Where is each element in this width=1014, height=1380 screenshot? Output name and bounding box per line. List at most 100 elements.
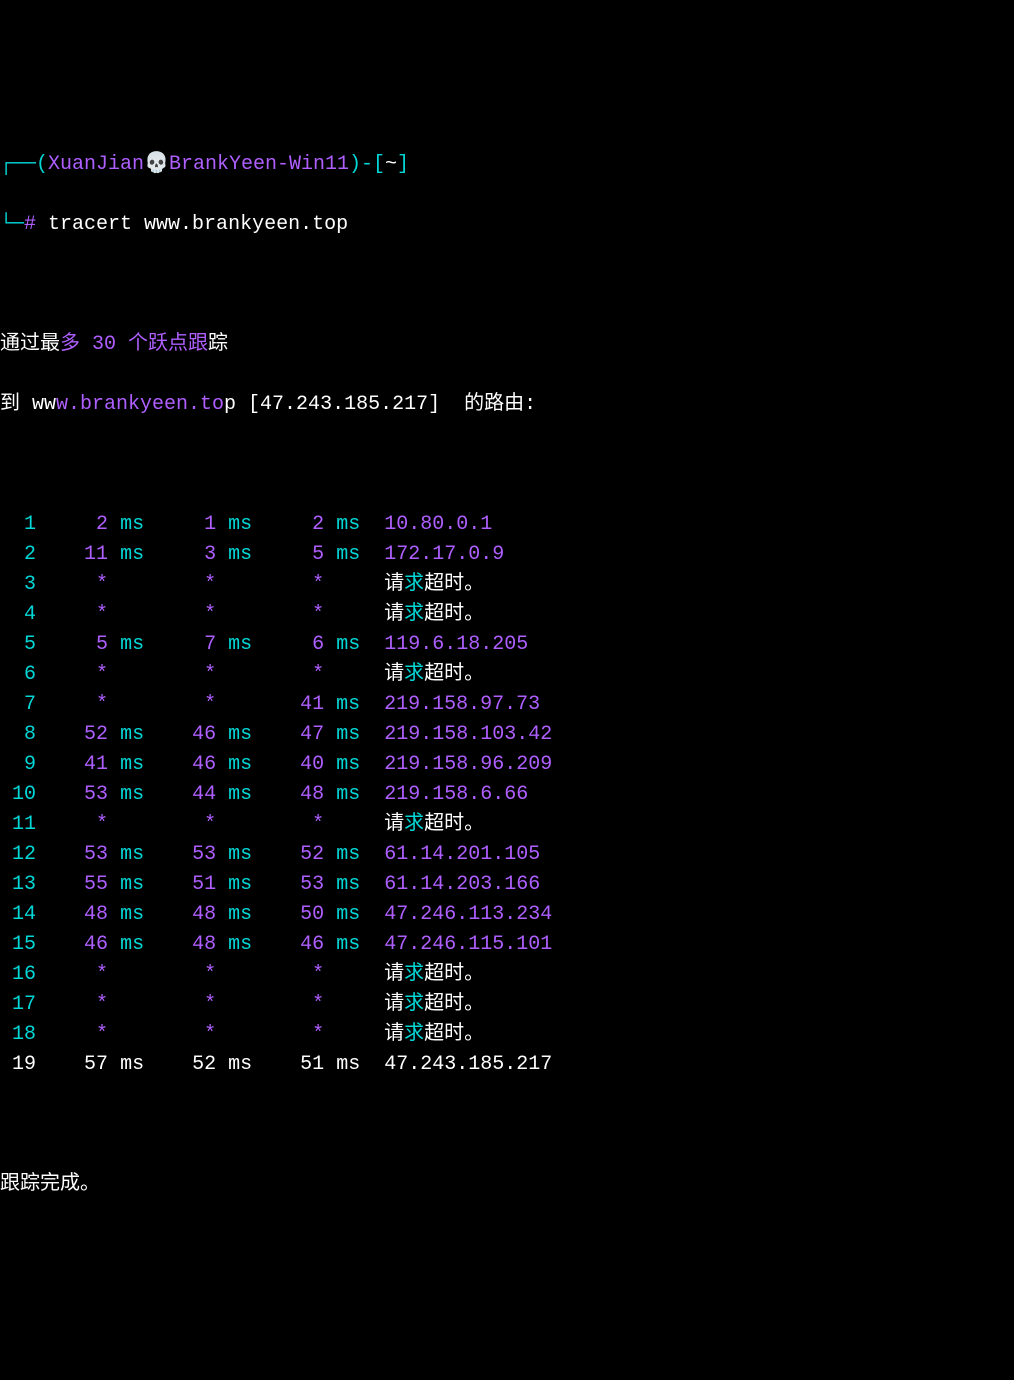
hop-row: 19 57 ms 52 ms 51 ms 47.243.185.217 <box>0 1050 1014 1080</box>
hop-time: 46 <box>48 933 108 956</box>
hop-time: 51 <box>156 873 216 896</box>
hop-star: * <box>264 813 324 836</box>
hop-row: 6 * * * 请求超时。 <box>0 660 1014 690</box>
hop-row: 2 11 ms 3 ms 5 ms 172.17.0.9 <box>0 540 1014 570</box>
hop-star: * <box>156 993 216 1016</box>
trace-h1a: 通过最 <box>0 333 60 356</box>
hop-ms: ms <box>228 903 252 926</box>
hop-star: * <box>156 573 216 596</box>
hop-number: 7 <box>0 693 36 716</box>
hop-star: * <box>48 573 108 596</box>
hop-row: 16 * * * 请求超时。 <box>0 960 1014 990</box>
hop-addr-end: 超时。 <box>424 993 484 1016</box>
prompt-dash: - <box>361 153 373 176</box>
hop-ms: ms <box>228 1053 252 1076</box>
blank-line <box>0 270 1014 300</box>
hop-star: * <box>156 663 216 686</box>
hop-row: 18 * * * 请求超时。 <box>0 1020 1014 1050</box>
hop-addr: 61.14.201.105 <box>384 843 540 866</box>
hop-time: 48 <box>48 903 108 926</box>
hop-ms: ms <box>228 513 252 536</box>
hop-number: 12 <box>0 843 36 866</box>
hop-addr: 10.80.0.1 <box>384 513 492 536</box>
hop-star: * <box>264 663 324 686</box>
hop-addr: 47.243.185.217 <box>384 1053 552 1076</box>
hop-star: * <box>156 963 216 986</box>
hop-addr: 请 <box>384 963 404 986</box>
skull-icon: 💀 <box>144 153 169 176</box>
hop-addr-end: 超时。 <box>424 603 484 626</box>
hop-time: 11 <box>48 543 108 566</box>
hop-time: 53 <box>48 843 108 866</box>
command-text: tracert www.brankyeen.top <box>36 213 348 236</box>
hop-row: 17 * * * 请求超时。 <box>0 990 1014 1020</box>
hop-addr: 219.158.6.66 <box>384 783 528 806</box>
hop-time: 40 <box>264 753 324 776</box>
hop-addr-end: 超时。 <box>424 963 484 986</box>
hop-addr: 219.158.97.73 <box>384 693 540 716</box>
trace-h2a: 到 ww <box>0 393 56 416</box>
hop-ms: ms <box>120 903 144 926</box>
hop-ms: ms <box>228 783 252 806</box>
hop-addr: 47.246.115.101 <box>384 933 552 956</box>
prompt-hash: # <box>24 213 36 236</box>
hop-addr: 请 <box>384 993 404 1016</box>
hop-ms: ms <box>336 513 360 536</box>
prompt-corner-bottom: └─ <box>0 213 24 236</box>
hop-ms: ms <box>120 723 144 746</box>
hop-ms: ms <box>120 783 144 806</box>
hop-time: 55 <box>48 873 108 896</box>
hop-ms: ms <box>120 873 144 896</box>
hop-ms: ms <box>336 783 360 806</box>
prompt-close-bracket: ] <box>397 153 409 176</box>
hop-time: 48 <box>156 933 216 956</box>
hop-row: 10 53 ms 44 ms 48 ms 219.158.6.66 <box>0 780 1014 810</box>
hop-ms: ms <box>228 723 252 746</box>
hop-addr-mid: 求 <box>404 813 424 836</box>
hop-time: 3 <box>156 543 216 566</box>
hop-addr: 119.6.18.205 <box>384 633 528 656</box>
prompt-open-paren: ( <box>36 153 48 176</box>
hop-star: * <box>48 663 108 686</box>
hop-number: 11 <box>0 813 36 836</box>
hop-star: * <box>264 603 324 626</box>
hop-row: 15 46 ms 48 ms 46 ms 47.246.115.101 <box>0 930 1014 960</box>
hop-number: 10 <box>0 783 36 806</box>
hop-ms: ms <box>120 753 144 776</box>
trace-header-1: 通过最多 30 个跃点跟踪 <box>0 330 1014 360</box>
hop-addr-mid: 求 <box>404 963 424 986</box>
hop-number: 13 <box>0 873 36 896</box>
hop-addr-end: 超时。 <box>424 663 484 686</box>
hop-number: 19 <box>0 1053 36 1076</box>
hop-star: * <box>48 1023 108 1046</box>
hop-time: 6 <box>264 633 324 656</box>
hop-ms: ms <box>120 933 144 956</box>
prompt-host: BrankYeen-Win11 <box>169 153 349 176</box>
hop-ms: ms <box>120 1053 144 1076</box>
hop-time: 41 <box>48 753 108 776</box>
hop-star: * <box>48 813 108 836</box>
hop-time: 50 <box>264 903 324 926</box>
hop-addr: 47.246.113.234 <box>384 903 552 926</box>
hop-star: * <box>264 963 324 986</box>
hop-time: 2 <box>264 513 324 536</box>
hop-ms: ms <box>228 843 252 866</box>
hop-row: 14 48 ms 48 ms 50 ms 47.246.113.234 <box>0 900 1014 930</box>
hop-addr-mid: 求 <box>404 573 424 596</box>
hop-number: 18 <box>0 1023 36 1046</box>
hop-ms: ms <box>336 873 360 896</box>
hop-time: 41 <box>264 693 324 716</box>
trace-h2b: w.brankyeen.to <box>56 393 224 416</box>
hop-addr: 请 <box>384 603 404 626</box>
hop-number: 9 <box>0 753 36 776</box>
hop-ms: ms <box>228 753 252 776</box>
hop-number: 3 <box>0 573 36 596</box>
prompt-line-2[interactable]: └─# tracert www.brankyeen.top <box>0 210 1014 240</box>
hop-addr: 172.17.0.9 <box>384 543 504 566</box>
hop-addr: 请 <box>384 663 404 686</box>
prompt-line-1: ┌──(XuanJian💀BrankYeen-Win11)-[~] <box>0 150 1014 180</box>
hop-addr-end: 超时。 <box>424 813 484 836</box>
hop-time: 51 <box>264 1053 324 1076</box>
hop-row: 9 41 ms 46 ms 40 ms 219.158.96.209 <box>0 750 1014 780</box>
blank-line <box>0 1110 1014 1140</box>
